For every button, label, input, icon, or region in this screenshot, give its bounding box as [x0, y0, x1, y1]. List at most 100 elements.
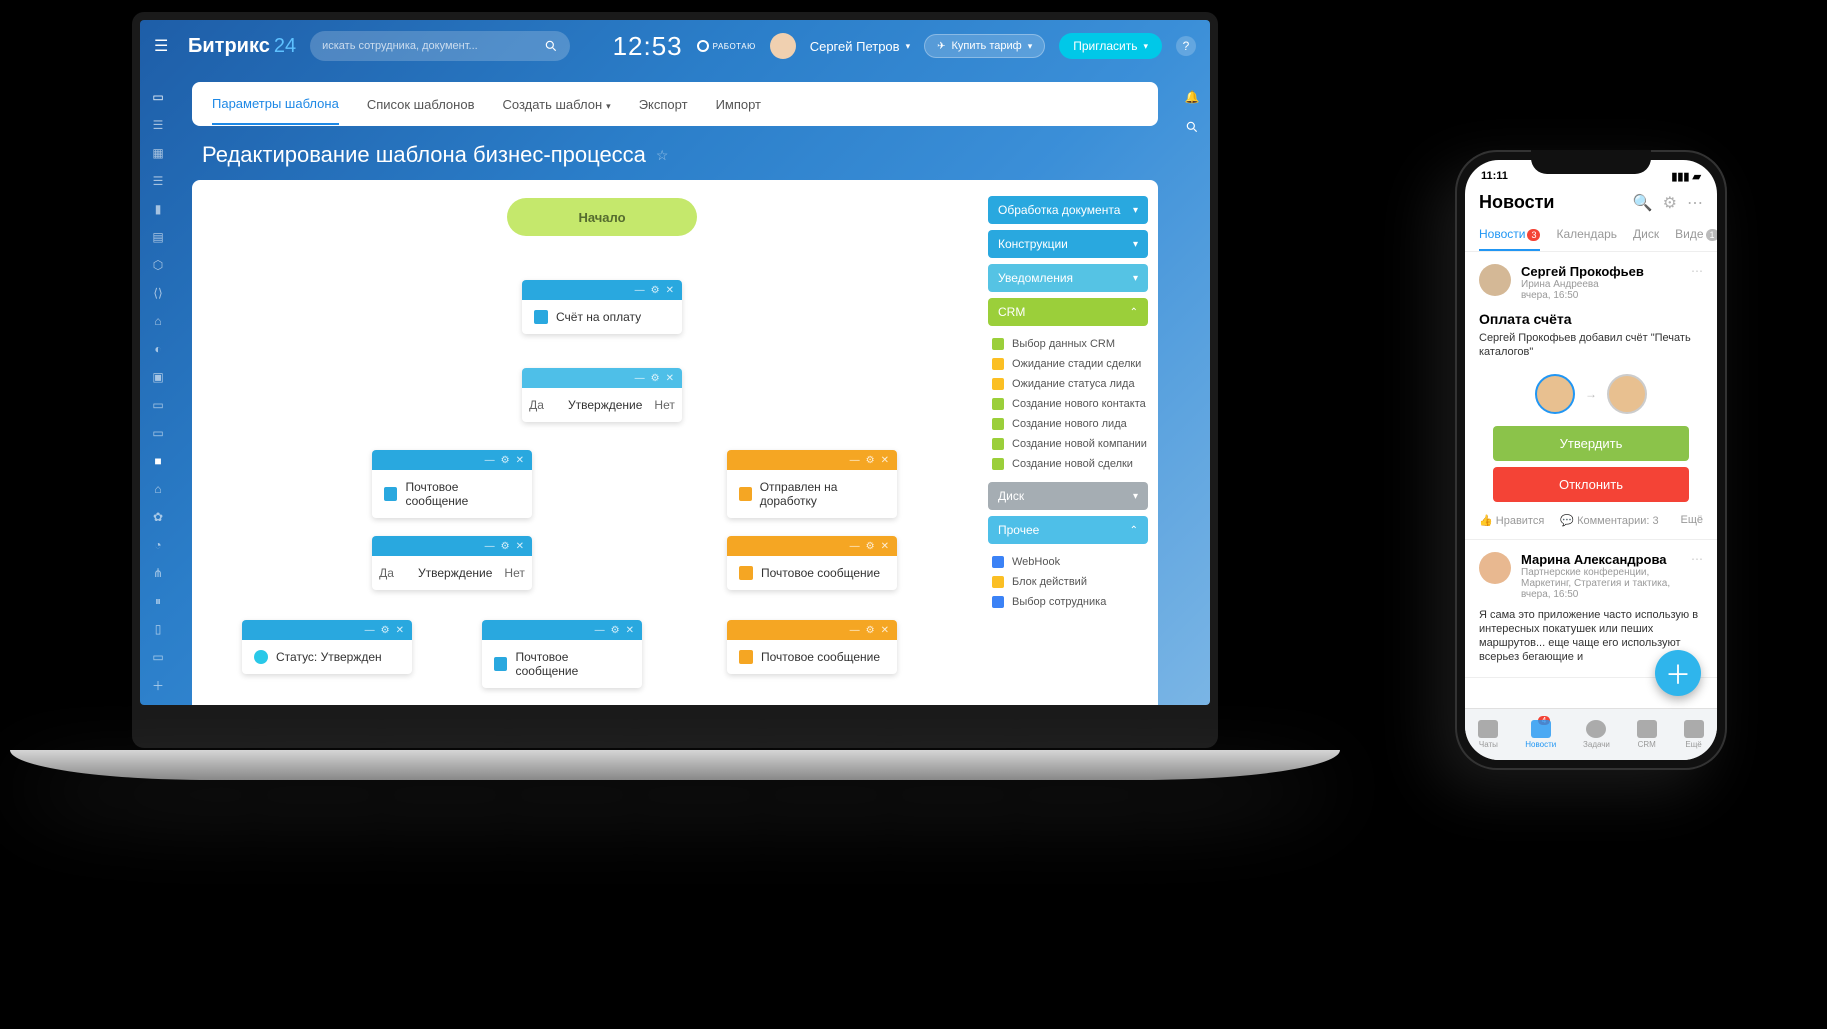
rail-icon-list[interactable]: ☰ — [150, 174, 166, 188]
more-icon[interactable]: ⋯ — [1691, 264, 1703, 278]
crm-new-company[interactable]: Создание новой компании — [988, 438, 1148, 450]
rail-icon-box[interactable]: ▣ — [150, 370, 166, 384]
node-approve-2[interactable]: —⚙✕ ДаУтверждениеНет — [372, 536, 532, 590]
node-start[interactable]: Начало — [507, 198, 697, 236]
tab-create[interactable]: Создать шаблон▾ — [502, 85, 610, 124]
post-author[interactable]: Сергей Прокофьев — [1521, 264, 1681, 279]
bell-icon[interactable]: 🔔 — [1184, 90, 1200, 104]
phone-tab-video[interactable]: Виде1 — [1675, 221, 1717, 251]
node-head-controls: —⚙✕ — [727, 620, 897, 640]
crm-new-lead[interactable]: Создание нового лида — [988, 418, 1148, 430]
rail-icon-robot[interactable]: ⬡ — [150, 258, 166, 272]
crm-new-deal[interactable]: Создание новой сделки — [988, 458, 1148, 470]
avatar[interactable] — [1479, 552, 1511, 584]
node-mail-orange-1[interactable]: —⚙✕ Почтовое сообщение — [727, 536, 897, 590]
acc-constr[interactable]: Конструкции▾ — [988, 230, 1148, 258]
search-side-icon[interactable] — [1184, 120, 1200, 134]
crm-new-contact[interactable]: Создание нового контакта — [988, 398, 1148, 410]
avatar-to[interactable] — [1607, 374, 1647, 414]
crm-wait-lead[interactable]: Ожидание статуса лида — [988, 378, 1148, 390]
rail-icon-clock[interactable]: ◔ — [150, 538, 166, 552]
rail-icon-book[interactable]: ▤ — [150, 230, 166, 244]
tabbar-chats[interactable]: Чаты — [1478, 720, 1498, 749]
favorite-star-icon[interactable]: ☆ — [656, 147, 669, 164]
approve-button[interactable]: Утвердить — [1493, 426, 1689, 461]
tab-list[interactable]: Список шаблонов — [367, 85, 475, 124]
rail-icon-workflow[interactable]: ⋔ — [150, 566, 166, 580]
tab-export[interactable]: Экспорт — [639, 85, 688, 124]
more-icon[interactable]: ⋯ — [1691, 552, 1703, 566]
other-webhook[interactable]: WebHook — [988, 556, 1148, 568]
help-icon[interactable]: ? — [1176, 36, 1196, 56]
phone-tab-calendar[interactable]: Календарь — [1556, 221, 1617, 251]
node-head-controls: —⚙✕ — [242, 620, 412, 640]
rail-icon-grid[interactable]: ▦ — [150, 146, 166, 160]
tabbar-tasks[interactable]: Задачи — [1583, 720, 1610, 749]
mail-icon — [739, 650, 753, 664]
flow-area[interactable]: Начало —⚙✕ Счёт на оплату —⚙✕ ДаУтвержде… — [192, 180, 978, 705]
rail-icon-window[interactable]: ▭ — [150, 90, 166, 104]
fab-add[interactable]: ＋ — [1655, 650, 1701, 696]
user-menu[interactable]: Сергей Петров▾ — [810, 39, 910, 54]
tabbar-news[interactable]: 4Новости — [1525, 720, 1556, 749]
acc-notif[interactable]: Уведомления▾ — [988, 264, 1148, 292]
avatar-from[interactable] — [1535, 374, 1575, 414]
rail-icon-chart[interactable]: ▮ — [150, 202, 166, 216]
acc-disk[interactable]: Диск▾ — [988, 482, 1148, 510]
acc-crm[interactable]: CRM⌃ — [988, 298, 1148, 326]
rail-icon-device[interactable]: ▯ — [150, 622, 166, 636]
crm-wait-deal[interactable]: Ожидание стадии сделки — [988, 358, 1148, 370]
more-button[interactable]: Ещё — [1680, 514, 1703, 526]
node-status[interactable]: —⚙✕ Статус: Утвержден — [242, 620, 412, 674]
rail-icon-add[interactable]: ＋ — [150, 678, 166, 692]
phone-body[interactable]: Сергей Прокофьев Ирина Андреева вчера, 1… — [1465, 252, 1717, 708]
tab-params[interactable]: Параметры шаблона — [212, 84, 339, 125]
work-status[interactable]: РАБОТАЮ — [697, 40, 756, 52]
acc-other[interactable]: Прочее⌃ — [988, 516, 1148, 544]
rail-icon-video[interactable]: ■ — [150, 454, 166, 468]
tabbar-crm[interactable]: CRM — [1637, 720, 1657, 749]
tab-import[interactable]: Импорт — [716, 85, 761, 124]
menu-icon[interactable]: ☰ — [154, 36, 174, 56]
post-author[interactable]: Марина Александрова — [1521, 552, 1681, 567]
phone-tab-news[interactable]: Новости3 — [1479, 221, 1540, 251]
other-employee[interactable]: Выбор сотрудника — [988, 596, 1148, 608]
node-rework[interactable]: —⚙✕ Отправлен на доработку — [727, 450, 897, 518]
reject-button[interactable]: Отклонить — [1493, 467, 1689, 502]
rail-icon-settings[interactable]: ✿ — [150, 510, 166, 524]
rail-icon-doc[interactable]: ▭ — [150, 426, 166, 440]
rail-icon-code[interactable]: ⟨⟩ — [150, 286, 166, 300]
more-icon[interactable]: ⋯ — [1687, 193, 1703, 213]
avatar[interactable] — [1479, 264, 1511, 296]
rail-icon-pause[interactable]: ⏸ — [150, 594, 166, 608]
search-icon[interactable]: 🔍 — [1633, 193, 1653, 213]
logo[interactable]: Битрикс24 — [188, 35, 296, 58]
invite-button[interactable]: Пригласить▾ — [1059, 33, 1162, 59]
node-mail-2[interactable]: —⚙✕ Почтовое сообщение — [482, 620, 642, 688]
node-mail-orange-2[interactable]: —⚙✕ Почтовое сообщение — [727, 620, 897, 674]
node-approve-1[interactable]: —⚙✕ ДаУтверждениеНет — [522, 368, 682, 422]
filter-icon[interactable]: ⚙ — [1663, 193, 1677, 213]
arrow-icon: → — [1585, 387, 1597, 401]
rail-icon-filter[interactable]: ☰ — [150, 118, 166, 132]
acc-doc[interactable]: Обработка документа▾ — [988, 196, 1148, 224]
tabs-bar: Параметры шаблона Список шаблонов Создат… — [192, 82, 1158, 126]
other-block[interactable]: Блок действий — [988, 576, 1148, 588]
tabbar-more[interactable]: Ещё — [1684, 720, 1704, 749]
rail-icon-building[interactable]: ⌂ — [150, 314, 166, 328]
comments-button[interactable]: 💬 Комментарии: 3 — [1560, 514, 1658, 527]
rail-icon-globe[interactable]: ◐ — [150, 342, 166, 356]
rail-icon-screen[interactable]: ▭ — [150, 650, 166, 664]
crm-select[interactable]: Выбор данных CRM — [988, 338, 1148, 350]
user-avatar[interactable] — [770, 33, 796, 59]
phone-tab-disk[interactable]: Диск — [1633, 221, 1659, 251]
search-input[interactable]: искать сотрудника, документ... — [310, 31, 570, 61]
like-button[interactable]: 👍 Нравится — [1479, 514, 1544, 527]
node-mail-1[interactable]: —⚙✕ Почтовое сообщение — [372, 450, 532, 518]
topbar: ☰ Битрикс24 искать сотрудника, документ.… — [140, 20, 1210, 72]
rail-icon-home[interactable]: ⌂ — [150, 482, 166, 496]
rail-icon-image[interactable]: ▭ — [150, 398, 166, 412]
phone-header: Новости 🔍 ⚙ ⋯ — [1465, 186, 1717, 221]
buy-plan-button[interactable]: Купить тариф▾ — [924, 34, 1045, 58]
node-invoice[interactable]: —⚙✕ Счёт на оплату — [522, 280, 682, 334]
